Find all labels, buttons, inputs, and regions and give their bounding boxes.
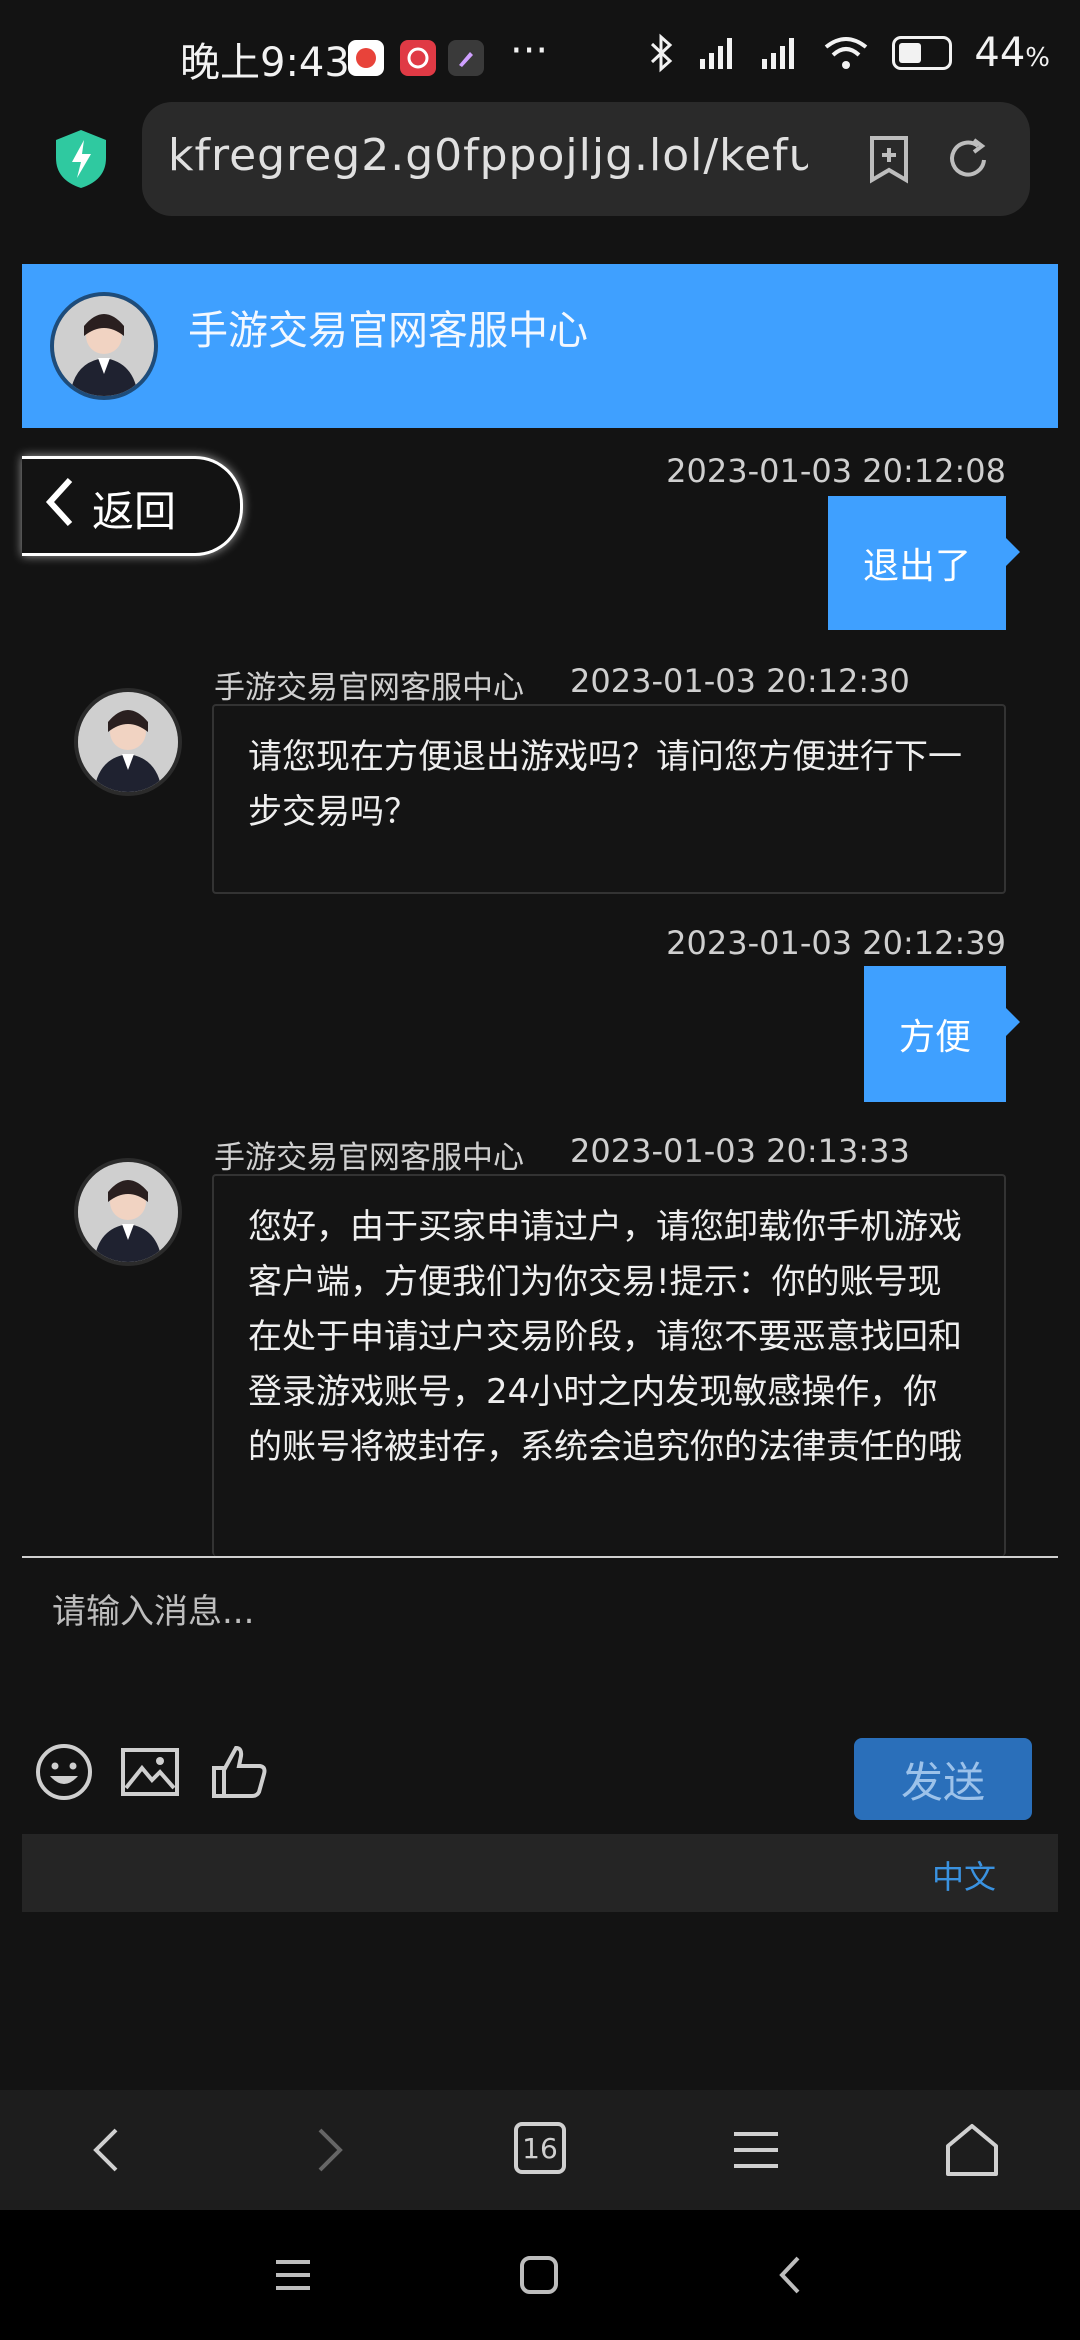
message-sender: 手游交易官网客服中心: [214, 1140, 524, 1176]
rocket-app-icon: [448, 40, 484, 76]
refresh-icon[interactable]: [944, 134, 994, 184]
message-bubble-incoming: 请您现在方便退出游戏吗？请问您方便进行下一步交易吗？: [212, 704, 1006, 894]
chat-title: 手游交易官网客服中心: [188, 308, 588, 354]
message-bubble-incoming: 您好，由于买家申请过户，请您卸载你手机游戏客户端，方便我们为你交易!提示：你的账…: [212, 1174, 1006, 1556]
bubble-tail: [1006, 538, 1020, 566]
input-divider: [22, 1556, 1058, 1558]
language-bar: [22, 1834, 1058, 1912]
message-timestamp: 2023-01-03 20:12:39: [666, 924, 1006, 962]
forward-icon[interactable]: [296, 2118, 360, 2182]
message-input[interactable]: 请输入消息...: [52, 1584, 1012, 1704]
tab-count: 16: [522, 2131, 558, 2165]
bluetooth-icon: [651, 33, 673, 73]
security-shield-icon[interactable]: [52, 128, 110, 190]
message-timestamp: 2023-01-03 20:12:30: [570, 662, 910, 700]
more-notifications-icon: ···: [510, 28, 549, 74]
agent-avatar: [50, 292, 158, 400]
home-button-icon[interactable]: [514, 2250, 564, 2300]
battery-icon: [892, 36, 953, 70]
home-icon[interactable]: [940, 2118, 1004, 2182]
chevron-left-icon[interactable]: [40, 474, 80, 530]
system-back-icon[interactable]: [766, 2250, 816, 2300]
battery-level: 44%: [974, 30, 1050, 76]
message-sender: 手游交易官网客服中心: [214, 670, 524, 706]
url-text[interactable]: kfregreg2.g0fppojljg.lol/kefu/: [168, 130, 808, 181]
language-switch[interactable]: 中文: [932, 1852, 996, 1898]
wifi-icon: [825, 37, 868, 69]
send-button[interactable]: 发送: [854, 1738, 1032, 1820]
message-bubble-outgoing: 方便: [864, 966, 1006, 1102]
agent-avatar: [74, 1158, 182, 1266]
netease-music-icon: [400, 40, 436, 76]
status-time: 晚上9:43: [180, 40, 350, 86]
agent-avatar: [74, 688, 182, 796]
back-icon[interactable]: [76, 2118, 140, 2182]
message-timestamp: 2023-01-03 20:12:08: [666, 452, 1006, 490]
status-indicators: 44%: [648, 30, 1050, 76]
tabs-button[interactable]: 16: [514, 2122, 566, 2174]
menu-icon[interactable]: [724, 2118, 788, 2182]
signal-icon-2: [762, 38, 795, 69]
message-timestamp: 2023-01-03 20:13:33: [570, 1132, 910, 1170]
back-label[interactable]: 返回: [92, 478, 176, 539]
thumbs-up-icon[interactable]: [210, 1742, 270, 1802]
emoji-icon[interactable]: [34, 1742, 94, 1802]
bookmark-add-icon[interactable]: [864, 134, 914, 184]
signal-icon: [700, 38, 733, 69]
message-bubble-outgoing: 退出了: [828, 496, 1006, 630]
recents-icon[interactable]: [268, 2250, 318, 2300]
app-notification-icon: [348, 40, 384, 76]
image-icon[interactable]: [120, 1742, 180, 1802]
bubble-tail: [1006, 1008, 1020, 1036]
